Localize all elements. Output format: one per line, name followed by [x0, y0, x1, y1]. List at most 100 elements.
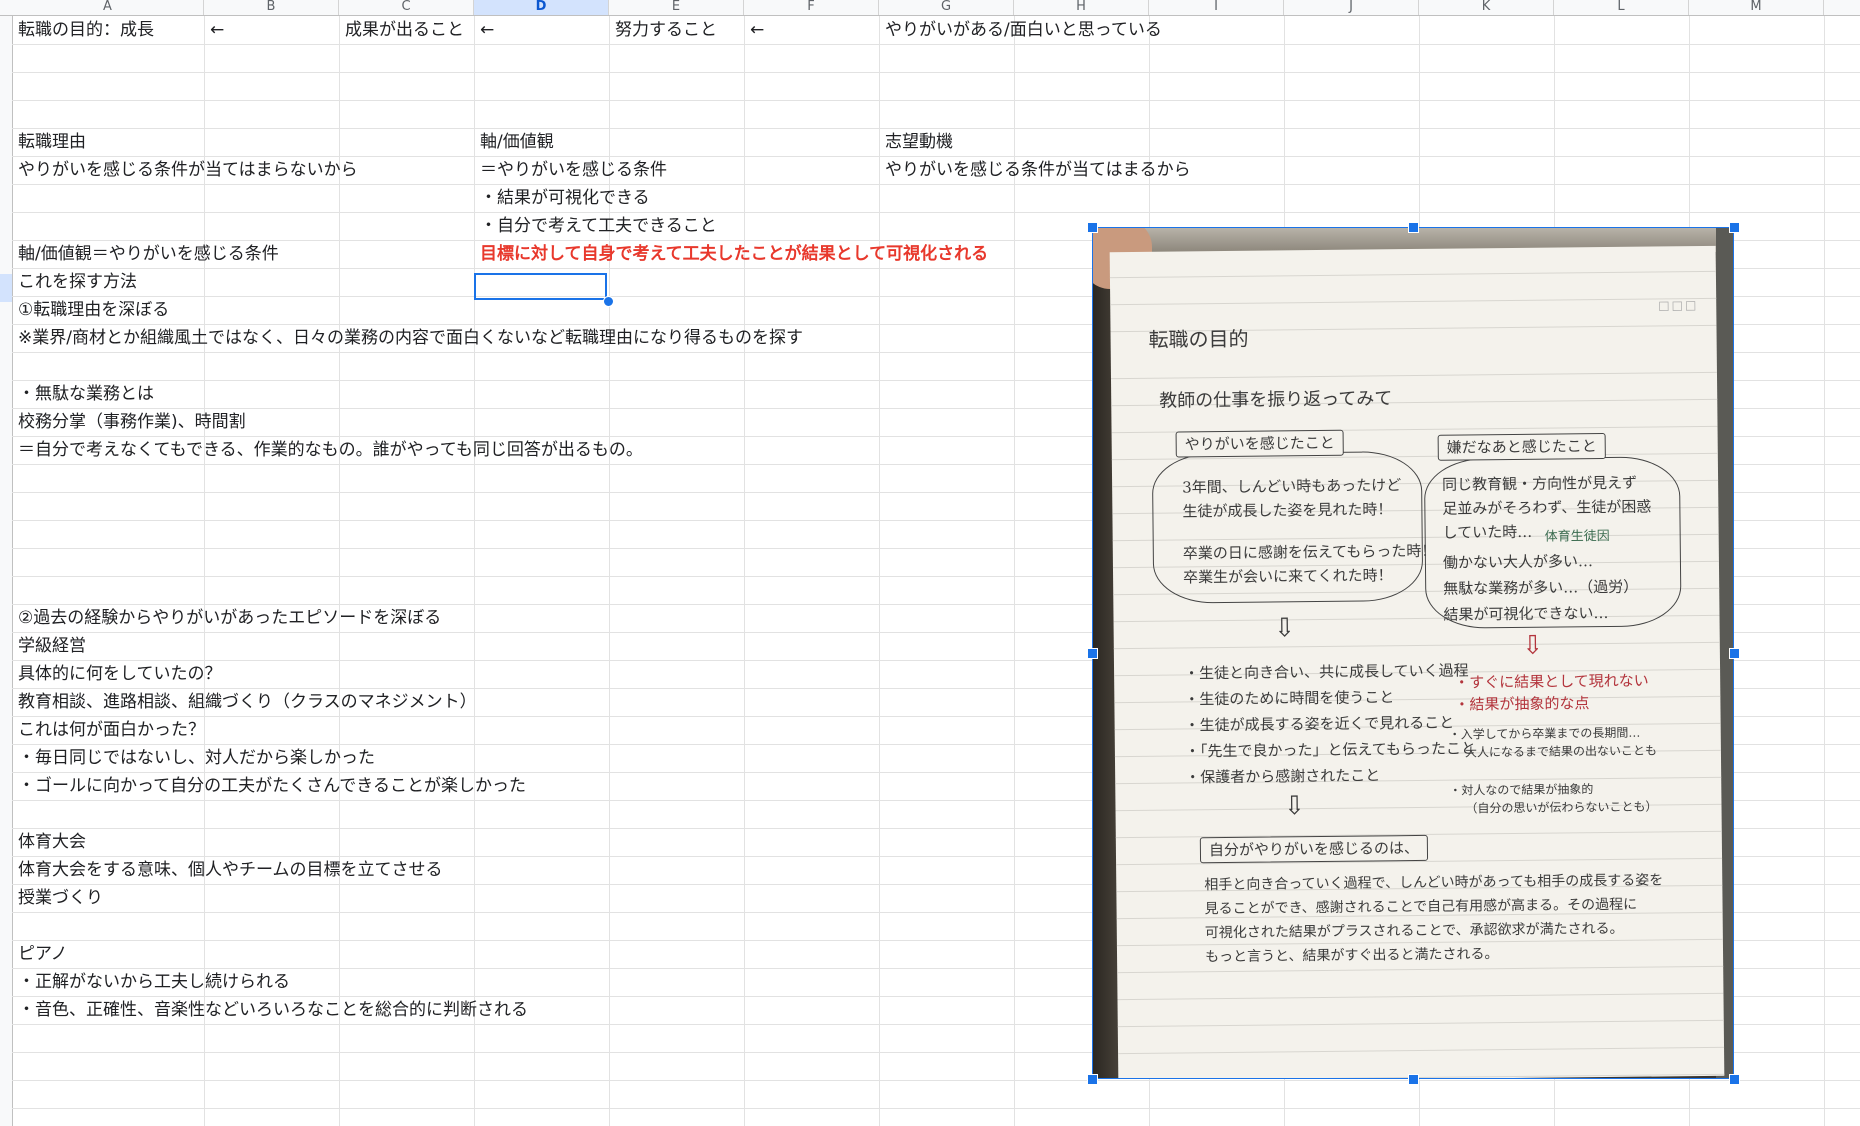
- cell-b1[interactable]: ←: [204, 16, 224, 44]
- right-cloud-line: 結果が可視化できない…: [1443, 603, 1609, 624]
- right-cloud-line: 働かない大人が多い…: [1442, 552, 1594, 572]
- column-header-m[interactable]: M: [1689, 0, 1824, 15]
- down-arrow-red-icon: ⇩: [1521, 630, 1544, 661]
- cell-g5[interactable]: 志望動機: [879, 128, 953, 156]
- selected-row-indicator: [0, 274, 12, 302]
- column-header-e[interactable]: E: [609, 0, 744, 15]
- gridline-h: [12, 212, 1860, 213]
- column-header-i[interactable]: I: [1149, 0, 1284, 15]
- cell-a6[interactable]: やりがいを感じる条件が当てはまらないから: [12, 156, 358, 184]
- right-cloud-note: 体育生徒因: [1544, 528, 1610, 545]
- cell-d5[interactable]: 軸/価値観: [474, 128, 554, 156]
- cell-a32[interactable]: 授業づくり: [12, 884, 103, 912]
- cell-d1[interactable]: ←: [474, 16, 494, 44]
- selected-cell[interactable]: [474, 273, 607, 300]
- cell-a22[interactable]: ②過去の経験からやりがいがあったエピソードを深ぼる: [12, 604, 441, 632]
- cell-a31[interactable]: 体育大会をする意味、個人やチームの目標を立てさせる: [12, 856, 443, 884]
- resize-handle-br[interactable]: [1729, 1074, 1740, 1085]
- resize-handle-l[interactable]: [1087, 648, 1098, 659]
- resize-handle-tr[interactable]: [1729, 222, 1740, 233]
- notebook-page: □□□ 転職の目的 教師の仕事を振り返ってみて やりがいを感じたこと 3年間、し…: [1109, 245, 1725, 1079]
- column-header-b[interactable]: B: [204, 0, 339, 15]
- column-header-l[interactable]: L: [1554, 0, 1689, 15]
- right-cloud-line: 足並みがそろわず、生徒が困惑: [1442, 497, 1652, 518]
- column-header-f[interactable]: F: [744, 0, 879, 15]
- left-cloud-line: 卒業生が会いに来てくれた時！: [1182, 566, 1393, 587]
- cell-e1[interactable]: 努力すること: [609, 16, 717, 44]
- cell-a14[interactable]: ・無駄な業務とは: [12, 380, 154, 408]
- gridline-h: [12, 44, 1860, 45]
- column-header-g[interactable]: G: [879, 0, 1014, 15]
- column-header-c[interactable]: C: [339, 0, 474, 15]
- cell-d9[interactable]: 目標に対して自身で考えて工夫したことが結果として可視化される: [474, 240, 988, 268]
- left-bullet-line: ・生徒が成長する姿を近くで見れること: [1184, 713, 1455, 735]
- column-header-d[interactable]: D: [474, 0, 609, 15]
- cell-a11[interactable]: ①転職理由を深ぼる: [12, 296, 169, 324]
- cell-a34[interactable]: ピアノ: [12, 940, 67, 968]
- left-cloud-label: やりがいを感じたこと: [1175, 429, 1344, 458]
- right-bullet-line: 大人になるまで結果の出ないことも: [1464, 743, 1658, 760]
- gridline-h: [12, 72, 1860, 73]
- left-cloud-line: 生徒が成長した姿を見れた時！: [1182, 500, 1393, 521]
- bottom-text-line: もっと言うと、結果がすぐ出ると満たされる。: [1204, 946, 1499, 966]
- cell-a35[interactable]: ・正解がないから工夫し続けられる: [12, 968, 290, 996]
- left-bullet-line: ・生徒のために時間を使うこと: [1184, 688, 1395, 709]
- cell-a9[interactable]: 軸/価値観＝やりがいを感じる条件: [12, 240, 279, 268]
- resize-handle-t[interactable]: [1408, 222, 1419, 233]
- gridline-h: [12, 100, 1860, 101]
- embedded-image[interactable]: □□□ 転職の目的 教師の仕事を振り返ってみて やりがいを感じたこと 3年間、し…: [1092, 227, 1734, 1079]
- left-bullet-line: ・保護者から感謝されたこと: [1185, 766, 1381, 787]
- cell-a36[interactable]: ・音色、正確性、音楽性などいろいろなことを総合的に判断される: [12, 996, 528, 1024]
- cell-a28[interactable]: ・ゴールに向かって自分の工夫がたくさんできることが楽しかった: [12, 772, 526, 800]
- right-cloud-line: していた時…: [1442, 522, 1533, 542]
- cell-a27[interactable]: ・毎日同じではないし、対人だから楽しかった: [12, 744, 375, 772]
- gridline-h: [12, 1080, 1860, 1081]
- resize-handle-tl[interactable]: [1087, 222, 1098, 233]
- column-header-j[interactable]: J: [1284, 0, 1419, 15]
- notebook-date-boxes: □□□: [1658, 298, 1699, 313]
- cell-a12[interactable]: ※業界/商材とか組織風土ではなく、日々の業務の内容で面白くないなど転職理由になり…: [12, 324, 803, 352]
- note-title: 転職の目的: [1148, 326, 1249, 352]
- right-cloud-line: 同じ教育観・方向性が見えず: [1442, 473, 1638, 494]
- left-cloud-line: 卒業の日に感謝を伝えてもらった時！: [1182, 541, 1437, 563]
- right-cloud-line: 無駄な業務が多い…（過労）: [1443, 577, 1639, 598]
- cell-a26[interactable]: これは何が面白かった？: [12, 716, 205, 744]
- cell-a10[interactable]: これを探す方法: [12, 268, 137, 296]
- right-red-bullet-line: ・結果が抽象的な点: [1454, 694, 1590, 714]
- right-cloud-label: 嫌だなあと感じたこと: [1437, 433, 1606, 461]
- cell-a16[interactable]: ＝自分で考えなくてもできる、作業的なもの。誰がやっても同じ回答が出るもの。: [12, 436, 643, 464]
- resize-handle-b[interactable]: [1408, 1074, 1419, 1085]
- cell-d8[interactable]: ・自分で考えて工夫できること: [474, 212, 717, 240]
- cell-g6[interactable]: やりがいを感じる条件が当てはまるから: [879, 156, 1191, 184]
- cell-a5[interactable]: 転職理由: [12, 128, 86, 156]
- cell-a30[interactable]: 体育大会: [12, 828, 86, 856]
- bottom-text-line: 相手と向き合っていく過程で、しんどい時があっても相手の成長する姿を: [1204, 872, 1664, 894]
- gridline-v: [744, 16, 745, 1126]
- column-header-h[interactable]: H: [1014, 0, 1149, 15]
- cell-d6[interactable]: ＝やりがいを感じる条件: [474, 156, 667, 184]
- resize-handle-bl[interactable]: [1087, 1074, 1098, 1085]
- bottom-text-line: 可視化された結果がプラスされることで、承認欲求が満たされる。: [1204, 920, 1624, 942]
- gridline-h: [12, 1108, 1860, 1109]
- cell-c1[interactable]: 成果が出ること: [339, 16, 464, 44]
- down-arrow-icon: ⇩: [1273, 613, 1296, 644]
- cell-a25[interactable]: 教育相談、進路相談、組織づくり（クラスのマネジメント）: [12, 688, 477, 716]
- cell-g1[interactable]: やりがいがある/面白いと思っている: [879, 16, 1162, 44]
- column-header-a[interactable]: A: [12, 0, 204, 15]
- right-red-bullet-line: ・すぐに結果として現れない: [1454, 671, 1649, 692]
- left-cloud-line: 3年間、しんどい時もあったけど: [1182, 476, 1402, 497]
- cell-a24[interactable]: 具体的に何をしていたの？: [12, 660, 222, 688]
- cell-a15[interactable]: 校務分掌（事務作業)、時間割: [12, 408, 246, 436]
- cell-f1[interactable]: ←: [744, 16, 764, 44]
- resize-handle-r[interactable]: [1729, 648, 1740, 659]
- bottom-label: 自分がやりがいを感じるのは、: [1199, 834, 1429, 864]
- cell-a1[interactable]: 転職の目的：成長: [12, 16, 154, 44]
- fill-handle[interactable]: [603, 296, 614, 307]
- cell-d7[interactable]: ・結果が可視化できる: [474, 184, 650, 212]
- cell-a23[interactable]: 学級経営: [12, 632, 86, 660]
- note-subtitle: 教師の仕事を振り返ってみて: [1159, 388, 1393, 412]
- right-bullet-line: （自分の思いが伝わらないことも）: [1465, 799, 1658, 816]
- column-header-k[interactable]: K: [1419, 0, 1554, 15]
- left-bullet-line: ・生徒と向き合い、共に成長していく過程: [1183, 661, 1469, 683]
- bottom-text-line: 見ることができ、感謝されることで自己有用感が高まる。その過程に: [1204, 896, 1638, 918]
